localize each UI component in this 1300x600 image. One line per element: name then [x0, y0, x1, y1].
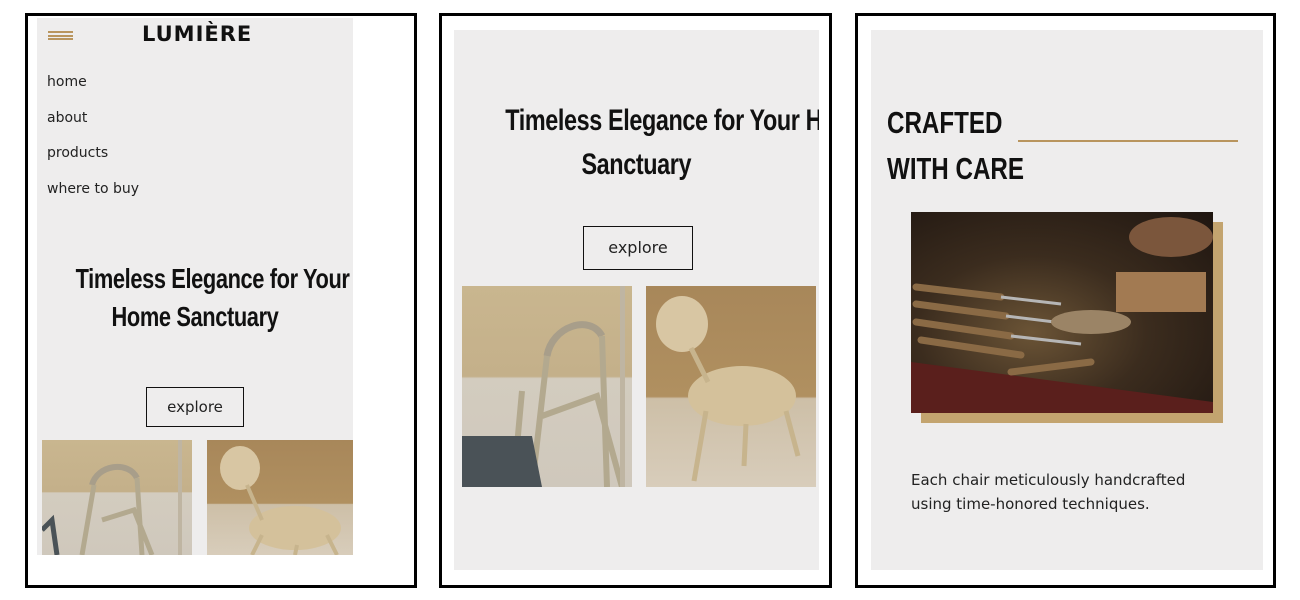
hero-title-line1: Timeless Elegance for Your [75, 263, 350, 294]
chair-image-upholstered [646, 286, 816, 487]
nav-item-where-to-buy[interactable]: where to buy [47, 182, 139, 218]
hero-title: Timeless Elegance for Your Home Sanctuar… [454, 99, 819, 187]
screen-menu-open: LUMIÈRE home about products where to buy… [37, 18, 353, 555]
chair-image-upholstered [207, 440, 353, 555]
nav-item-home[interactable]: home [47, 75, 139, 111]
nav-item-products[interactable]: products [47, 146, 139, 182]
carving-tools-illustration [911, 217, 1213, 413]
chair-upholstered-illustration [220, 446, 341, 555]
workshop-image [911, 212, 1213, 413]
hero-title-line2: Sanctuary [581, 148, 692, 181]
explore-button[interactable]: explore [146, 387, 244, 427]
explore-button[interactable]: explore [583, 226, 693, 270]
chair-image-metal [462, 286, 632, 487]
chair-metal-illustration [462, 286, 625, 487]
heading-line2: WITH CARE [887, 151, 1025, 186]
brand-logo[interactable]: LUMIÈRE [142, 22, 252, 46]
nav-menu: home about products where to buy [47, 75, 139, 217]
craft-caption: Each chair meticulously handcrafted usin… [911, 471, 1186, 513]
hero-title-line1: Timeless Elegance for Your Home [505, 104, 819, 137]
hero-title-line2: Home Sanctuary [111, 301, 279, 332]
screen-hero: Timeless Elegance for Your Home Sanctuar… [454, 30, 819, 570]
screen-craft: CRAFTED WITH CARE Each chair meticulousl… [871, 30, 1263, 570]
nav-item-about[interactable]: about [47, 111, 139, 147]
gold-divider [1018, 140, 1238, 142]
chair-image-metal [42, 440, 192, 555]
section-heading: CRAFTED WITH CARE [887, 100, 1063, 192]
hero-title: Timeless Elegance for Your Home Sanctuar… [37, 260, 353, 336]
heading-line1: CRAFTED [887, 105, 1003, 140]
chair-upholstered-illustration [656, 296, 801, 482]
chair-metal-illustration [42, 440, 182, 555]
hamburger-menu-icon[interactable] [48, 31, 73, 40]
